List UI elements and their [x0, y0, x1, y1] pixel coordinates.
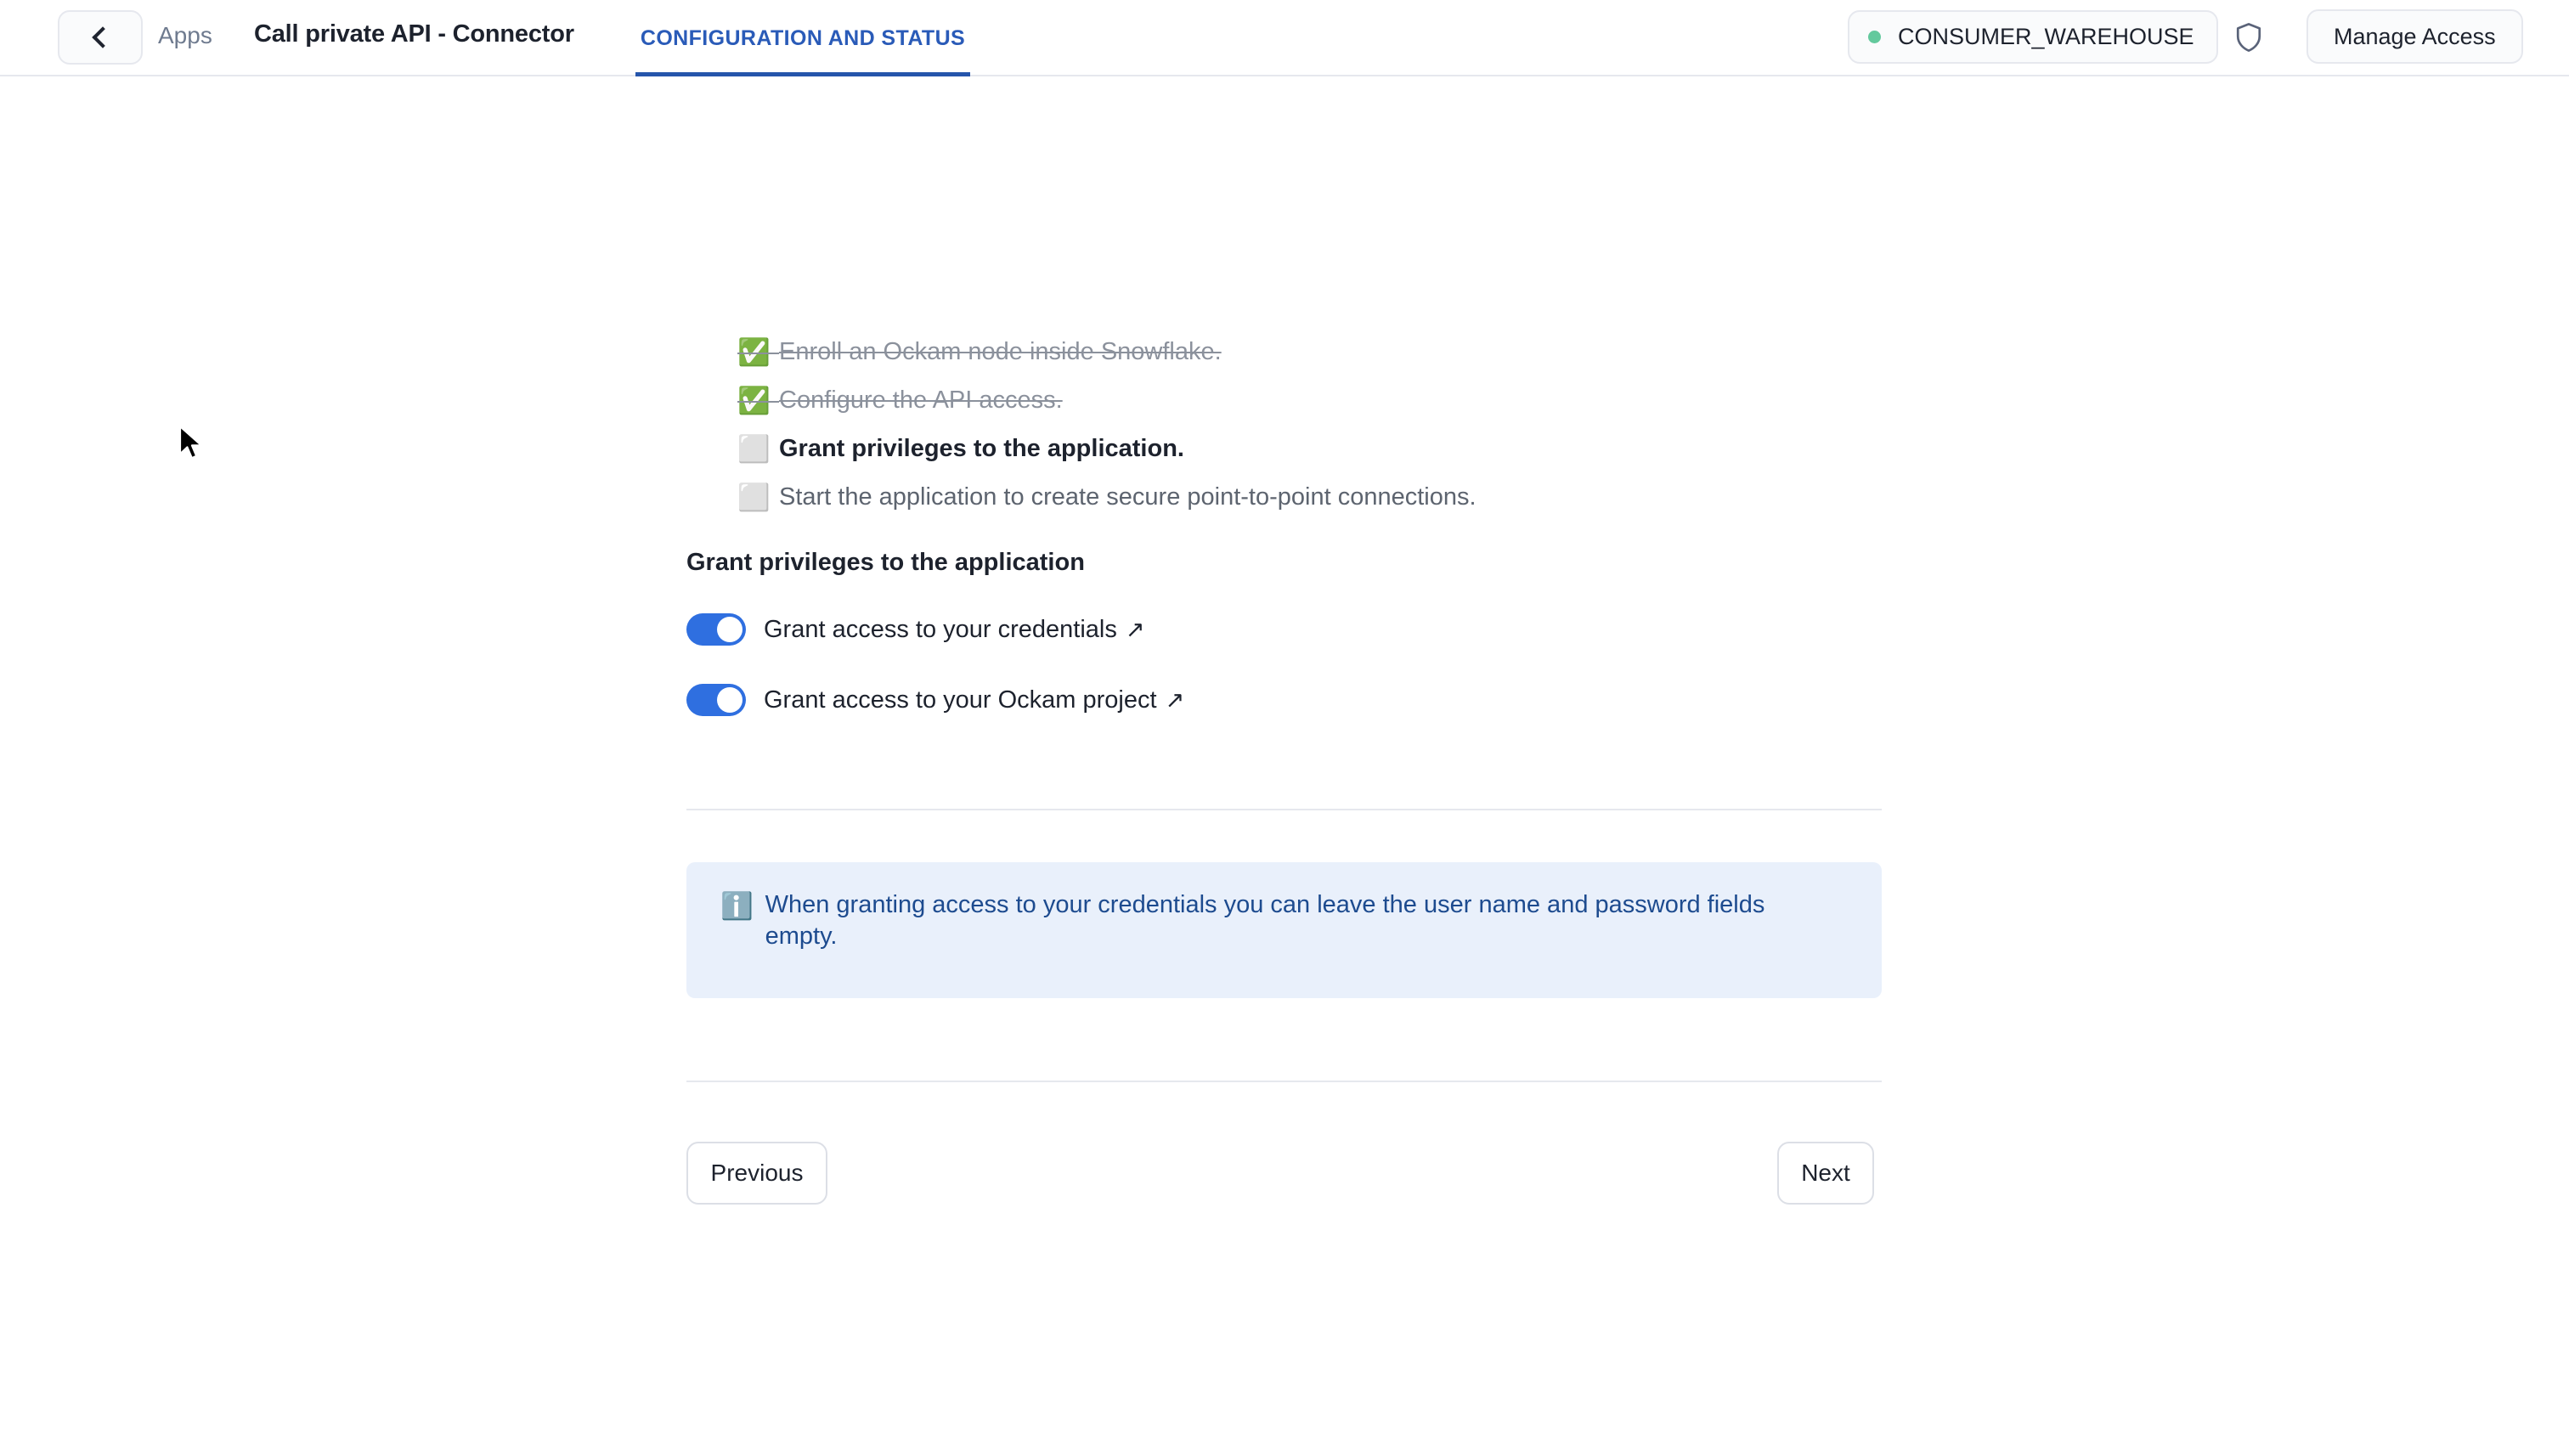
- toggle-knob: [717, 617, 742, 642]
- mouse-pointer-cursor: [178, 425, 207, 462]
- white-square-emoji: ⬜: [737, 483, 771, 512]
- warehouse-name: CONSUMER_WAREHOUSE: [1898, 24, 2194, 49]
- checklist-item: ⬜ Start the application to create secure…: [737, 473, 1927, 522]
- tab-configuration-and-status[interactable]: CONFIGURATION AND STATUS: [635, 0, 970, 78]
- breadcrumb-apps[interactable]: Apps: [158, 22, 212, 49]
- toggle-knob: [717, 687, 742, 713]
- checklist-item-label: Start the application to create secure p…: [779, 483, 1476, 511]
- page-title: Call private API - Connector: [254, 20, 574, 48]
- next-button[interactable]: Next: [1777, 1142, 1874, 1205]
- divider-top: [686, 809, 1882, 810]
- white-square-emoji: ⬜: [737, 434, 771, 464]
- chevron-left-icon: [92, 26, 114, 48]
- app-header: Apps Call private API - Connector CONFIG…: [0, 0, 2569, 78]
- manage-access-button[interactable]: Manage Access: [2306, 9, 2523, 64]
- tab-label: CONFIGURATION AND STATUS: [640, 25, 966, 50]
- checklist-item-label: Grant privileges to the application.: [779, 435, 1184, 462]
- previous-button-label: Previous: [710, 1160, 804, 1186]
- grant-ockam-project-toggle[interactable]: [686, 684, 746, 716]
- grant-credentials-row: Grant access to your credentials ↗: [686, 613, 1144, 646]
- setup-checklist: ✅ Enroll an Ockam node inside Snowflake.…: [737, 328, 1927, 522]
- previous-button[interactable]: Previous: [686, 1142, 827, 1205]
- grant-ockam-project-label[interactable]: Grant access to your Ockam project: [764, 686, 1157, 714]
- grant-credentials-toggle[interactable]: [686, 613, 746, 646]
- checklist-item: ✅ Enroll an Ockam node inside Snowflake.: [737, 328, 1927, 376]
- checklist-item: ✅ Configure the API access.: [737, 376, 1927, 425]
- info-callout: ℹ️ When granting access to your credenti…: [686, 862, 1882, 998]
- section-heading: Grant privileges to the application: [686, 549, 1085, 576]
- main-content: ✅ Enroll an Ockam node inside Snowflake.…: [0, 76, 2569, 1454]
- external-link-icon[interactable]: ↗: [1126, 617, 1145, 643]
- shield-icon[interactable]: [2230, 19, 2267, 56]
- grant-ockam-project-row: Grant access to your Ockam project ↗: [686, 684, 1184, 716]
- warehouse-selector[interactable]: CONSUMER_WAREHOUSE: [1848, 10, 2218, 64]
- next-button-label: Next: [1801, 1160, 1850, 1186]
- check-mark-button-emoji: ✅: [737, 339, 779, 365]
- check-mark-button-emoji: ✅: [737, 387, 779, 414]
- manage-access-label: Manage Access: [2334, 23, 2496, 49]
- checklist-item-label: Configure the API access.: [779, 387, 1063, 414]
- back-button[interactable]: [58, 10, 143, 65]
- divider-bottom: [686, 1081, 1882, 1082]
- external-link-icon[interactable]: ↗: [1166, 687, 1185, 714]
- checklist-item-label: Enroll an Ockam node inside Snowflake.: [779, 338, 1222, 365]
- grant-credentials-label[interactable]: Grant access to your credentials: [764, 616, 1117, 644]
- information-emoji: ℹ️: [720, 891, 754, 921]
- checklist-item: ⬜ Grant privileges to the application.: [737, 425, 1927, 473]
- info-callout-text: When granting access to your credentials…: [765, 891, 1765, 951]
- warehouse-status-dot: [1868, 31, 1881, 43]
